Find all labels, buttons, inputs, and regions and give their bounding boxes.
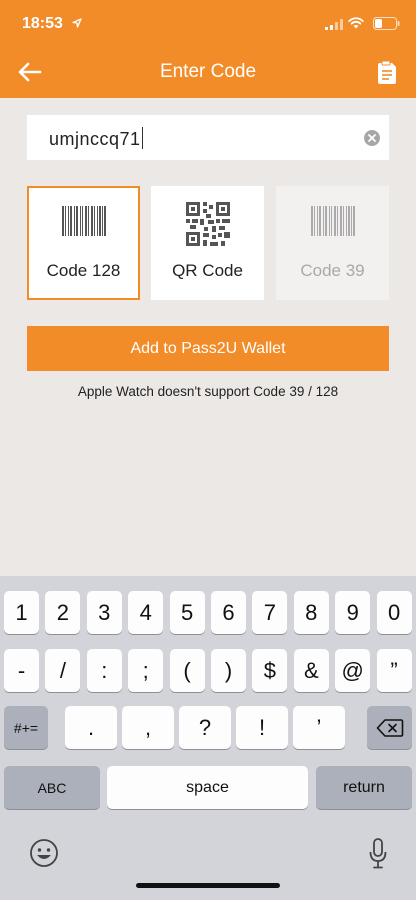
key-abc[interactable]: ABC (4, 766, 100, 809)
app-header: 18:53 Enter Code (0, 0, 416, 98)
barcode-icon (62, 206, 106, 236)
clear-circle-icon (368, 134, 376, 142)
key[interactable]: - (4, 649, 39, 692)
key[interactable]: ) (211, 649, 246, 692)
status-bar: 18:53 (0, 0, 416, 46)
key[interactable]: , (122, 706, 174, 749)
qr-code-icon (186, 202, 230, 246)
emoji-button[interactable] (29, 838, 59, 868)
key[interactable]: / (45, 649, 81, 692)
page-title: Enter Code (159, 61, 257, 82)
key[interactable]: ! (236, 706, 288, 749)
clear-input-button[interactable] (364, 130, 380, 146)
battery-icon (373, 17, 400, 30)
add-to-wallet-button[interactable]: Add to Pass2U Wallet (27, 326, 389, 371)
document-button[interactable] (375, 60, 399, 86)
status-time: 18:53 (22, 15, 63, 32)
code-input-field[interactable]: umjnccq71 (27, 115, 389, 160)
nav-bar: Enter Code (0, 46, 416, 98)
code-type-code128[interactable]: Code 128 (27, 186, 140, 300)
code-type-label: QR Code (172, 261, 243, 280)
barcode-icon (311, 206, 355, 236)
code-type-label: Code 39 (300, 261, 365, 280)
key[interactable]: 5 (169, 591, 205, 634)
key[interactable]: 2 (45, 591, 81, 634)
emoji-icon (30, 839, 58, 867)
key[interactable]: 6 (211, 591, 246, 634)
key-space[interactable]: space (107, 766, 308, 809)
key[interactable]: 3 (86, 591, 122, 634)
key[interactable]: 9 (335, 591, 371, 634)
code-type-qr[interactable]: QR Code (151, 186, 264, 300)
document-icon (378, 60, 396, 84)
cellular-signal-icon (325, 19, 343, 30)
code-type-code39[interactable]: Code 39 (276, 186, 389, 300)
key-delete[interactable] (367, 706, 412, 749)
code-input-value[interactable]: umjnccq71 (49, 127, 144, 150)
key[interactable]: ( (169, 649, 205, 692)
keyboard: 1234567890 - /:;() $ & @” #+= .,?!’ ABC spac… (0, 576, 416, 900)
key-return[interactable]: return (316, 766, 412, 809)
home-indicator (136, 883, 280, 888)
code-type-label: Code 128 (46, 261, 121, 280)
key[interactable]: $ (252, 649, 288, 692)
wifi-icon (348, 17, 364, 29)
key[interactable]: @ (335, 649, 371, 692)
key[interactable]: 7 (252, 591, 288, 634)
key[interactable]: 1 (4, 591, 39, 634)
key[interactable]: & (293, 649, 329, 692)
key[interactable]: ? (179, 706, 231, 749)
watch-support-note: Apple Watch doesn't support Code 39 / 12… (77, 384, 339, 399)
key[interactable]: 8 (293, 591, 329, 634)
key-symbols[interactable]: #+= (4, 706, 48, 749)
location-arrow-icon (72, 18, 82, 28)
key[interactable]: ; (128, 649, 164, 692)
delete-backspace-icon (376, 718, 403, 737)
key[interactable]: ” (376, 649, 412, 692)
key[interactable]: . (65, 706, 117, 749)
microphone-icon (369, 838, 387, 869)
key[interactable]: ’ (293, 706, 345, 749)
key[interactable]: 4 (128, 591, 164, 634)
text-caret (141, 127, 144, 149)
key[interactable]: 0 (376, 591, 412, 634)
key[interactable]: : (86, 649, 122, 692)
microphone-button[interactable] (368, 838, 388, 870)
